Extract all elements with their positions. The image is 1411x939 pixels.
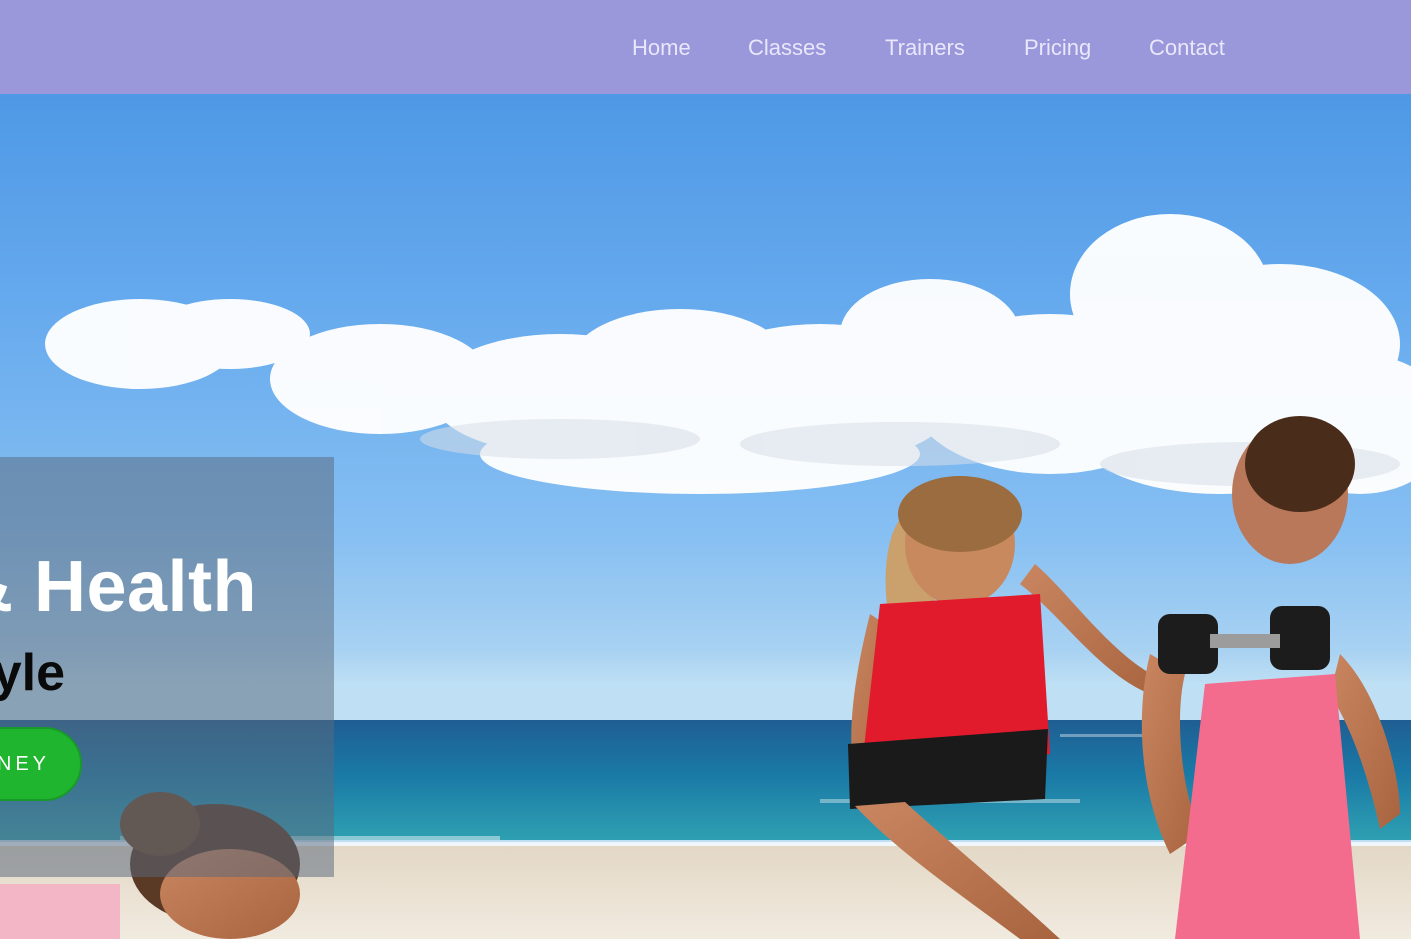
hero-banner: & Health yle NEY xyxy=(0,94,1411,939)
hero-subtitle: yle xyxy=(0,644,65,702)
dumbbell-icon xyxy=(1158,606,1330,674)
nav-link-trainers[interactable]: Trainers xyxy=(885,34,965,62)
hero-text-panel: & Health yle NEY xyxy=(0,457,334,877)
nav-link-classes[interactable]: Classes xyxy=(748,34,826,62)
nav-link-contact[interactable]: Contact xyxy=(1149,34,1225,62)
nav-link-pricing[interactable]: Pricing xyxy=(1024,34,1091,62)
nav-link-home[interactable]: Home xyxy=(632,34,691,62)
hero-title: & Health xyxy=(0,547,257,627)
top-navigation-bar: Home Classes Trainers Pricing Contact xyxy=(0,0,1411,94)
main-nav: Home Classes Trainers Pricing Contact xyxy=(0,0,1411,94)
start-journey-button[interactable]: NEY xyxy=(0,727,82,801)
